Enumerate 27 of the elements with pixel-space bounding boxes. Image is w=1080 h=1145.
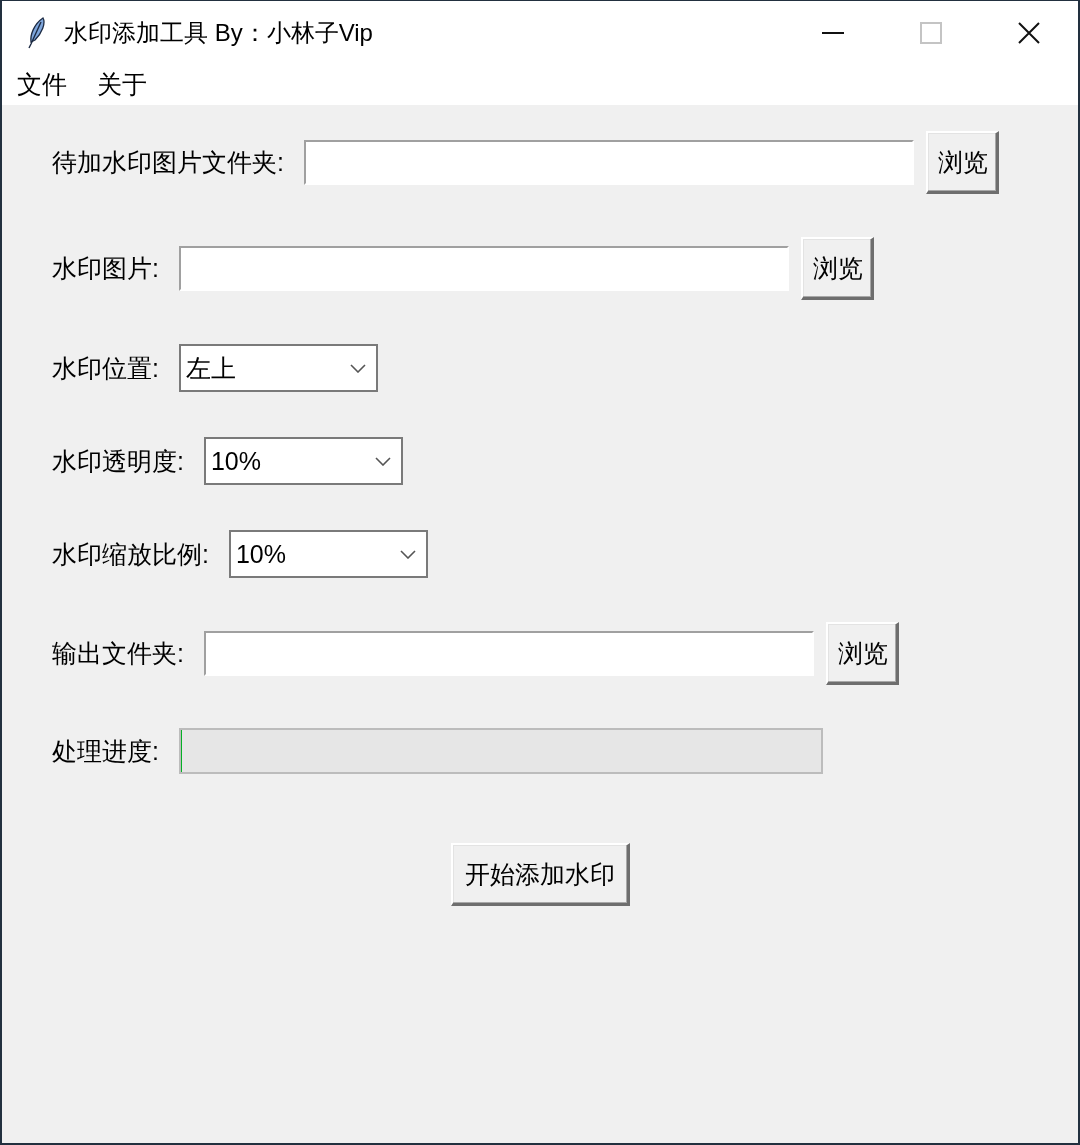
input-field[interactable]: [178, 246, 789, 291]
browse-button[interactable]: 浏览: [800, 237, 874, 300]
minimize-icon: [822, 31, 844, 34]
chevron-down-icon: [374, 456, 391, 466]
chevron-down-icon: [399, 549, 416, 559]
field-label: 水印缩放比例:: [52, 538, 209, 570]
field-label: 水印图片:: [52, 253, 159, 284]
browse-button[interactable]: 浏览: [925, 131, 999, 194]
browse-button[interactable]: 浏览: [825, 622, 899, 685]
chevron-down-icon: [349, 363, 366, 373]
field-label: 待加水印图片文件夹:: [52, 147, 284, 178]
menu-item[interactable]: 文件: [2, 64, 82, 105]
field-label: 输出文件夹:: [52, 638, 184, 669]
dropdown[interactable]: 10%: [203, 437, 403, 485]
dropdown[interactable]: 左上: [178, 344, 378, 392]
dropdown[interactable]: 10%: [228, 530, 428, 578]
window-title: 水印添加工具 By：小林子Vip: [64, 17, 374, 48]
menu-item[interactable]: 关于: [82, 64, 162, 105]
maximize-icon: [920, 21, 942, 44]
field-label: 处理进度:: [52, 735, 159, 767]
close-icon: [1018, 21, 1040, 44]
input-field[interactable]: [303, 140, 914, 185]
start-button[interactable]: 开始添加水印: [450, 843, 630, 906]
field-label: 水印位置:: [52, 352, 159, 384]
input-field[interactable]: [203, 631, 814, 676]
field-label: 水印透明度:: [52, 445, 184, 477]
feather-icon: [26, 16, 46, 49]
